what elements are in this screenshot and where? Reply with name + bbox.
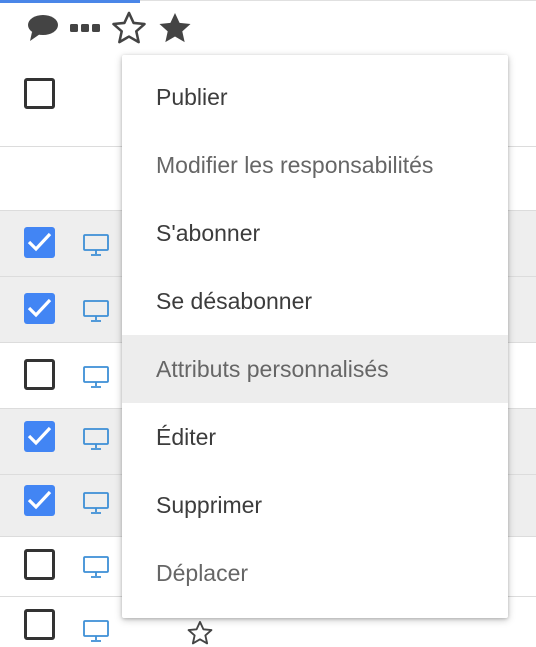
monitor-icon bbox=[83, 492, 109, 514]
row-checkbox[interactable] bbox=[24, 421, 55, 452]
monitor-icon bbox=[83, 366, 109, 388]
menu-item-deplacer[interactable]: Déplacer bbox=[122, 539, 508, 607]
monitor-icon bbox=[83, 300, 109, 322]
star-outline-icon[interactable] bbox=[186, 619, 214, 647]
row-checkbox[interactable] bbox=[24, 227, 55, 258]
menu-item-publier[interactable]: Publier bbox=[122, 63, 508, 131]
context-menu: Publier Modifier les responsabilités S'a… bbox=[122, 55, 508, 618]
row-checkbox[interactable] bbox=[24, 293, 55, 324]
row-checkbox[interactable] bbox=[24, 609, 55, 640]
menu-item-attributs-personnalises[interactable]: Attributs personnalisés bbox=[122, 335, 508, 403]
monitor-icon bbox=[83, 234, 109, 256]
menu-item-se-desabonner[interactable]: Se désabonner bbox=[122, 267, 508, 335]
select-all-checkbox[interactable] bbox=[24, 78, 55, 109]
menu-item-editer[interactable]: Éditer bbox=[122, 403, 508, 471]
menu-item-supprimer[interactable]: Supprimer bbox=[122, 471, 508, 539]
monitor-icon bbox=[83, 620, 109, 642]
row-checkbox[interactable] bbox=[24, 549, 55, 580]
menu-item-modifier-responsabilites[interactable]: Modifier les responsabilités bbox=[122, 131, 508, 199]
menu-item-sabonner[interactable]: S'abonner bbox=[122, 199, 508, 267]
monitor-icon bbox=[83, 556, 109, 578]
row-checkbox[interactable] bbox=[24, 485, 55, 516]
row-checkbox[interactable] bbox=[24, 359, 55, 390]
monitor-icon bbox=[83, 428, 109, 450]
